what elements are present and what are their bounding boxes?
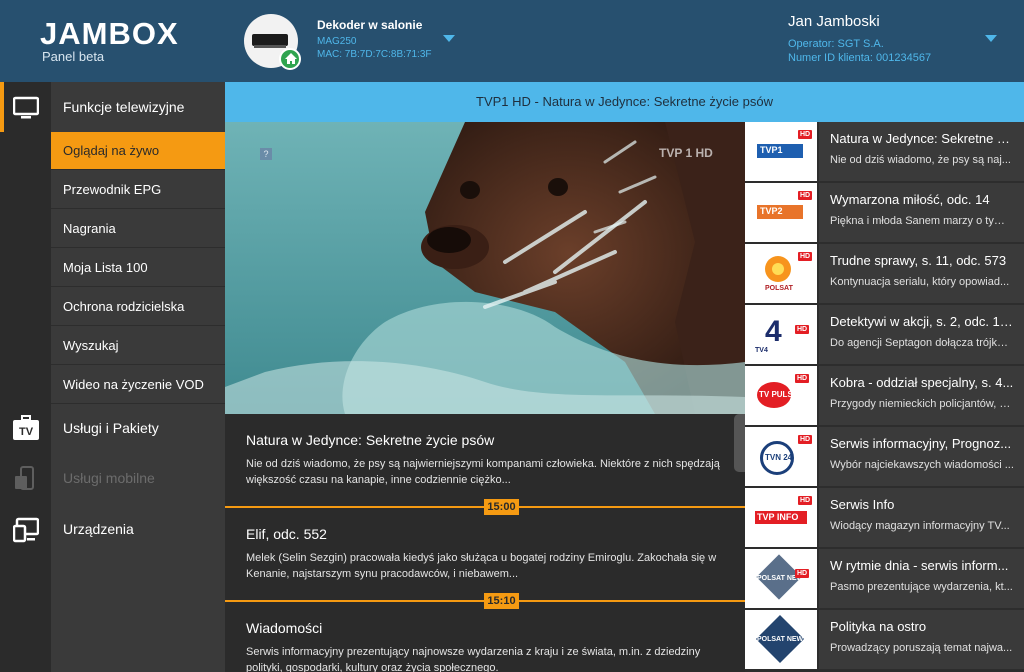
channel-program-desc: Kontynuacja serialu, który opowiad... — [830, 276, 1010, 288]
home-icon — [279, 48, 301, 70]
program-title: Natura w Jedynce: Sekretne życie psów — [246, 432, 495, 448]
sidebar-item-services[interactable]: Usługi i Pakiety — [51, 403, 225, 453]
app-logo: JAMBOX — [40, 16, 179, 51]
app-root: JAMBOX Panel beta Dekoder w salonie MAG2… — [0, 0, 1024, 672]
submenu-item-epg[interactable]: Przewodnik EPG — [51, 171, 225, 209]
channel-logo-tvp1: TVP1 HD — [745, 122, 817, 181]
devices-icon — [12, 517, 40, 543]
program-description: Nie od dziś wiadomo, że psy są najwierni… — [246, 458, 720, 486]
program-list: Natura w Jedynce: Sekretne życie psów Ni… — [225, 414, 745, 672]
channel-program-desc: Wiodący magazyn informacyjny TV... — [830, 520, 1010, 532]
channel-logo-tvpuls: TV PULS HD — [745, 366, 817, 425]
tv-briefcase-icon: TV — [13, 415, 39, 441]
sidebar-item-devices[interactable]: Urządzenia — [51, 504, 225, 554]
channel-logo-polsat: POLSAT HD — [745, 244, 817, 303]
submenu-item-my-list[interactable]: Moja Lista 100 — [51, 249, 225, 287]
program-time-badge: 15:10 — [484, 593, 519, 609]
channel-program-desc: Pasmo prezentujące wydarzenia, kt... — [830, 581, 1013, 593]
user-name[interactable]: Jan Jamboski — [788, 13, 880, 30]
channel-logo-tvn24: TVN 24 HD — [745, 427, 817, 486]
sidebar-icon-rail — [0, 82, 51, 672]
channel-row[interactable]: POLSAT NEWS 2 Polityka na ostro Prowadzą… — [745, 610, 1024, 671]
submenu-item-watch-live[interactable]: Oglądaj na żywo — [51, 132, 225, 170]
submenu-item-search[interactable]: Wyszukaj — [51, 327, 225, 365]
brand-area[interactable]: JAMBOX Panel beta — [0, 0, 225, 82]
sidebar-item-tv-features[interactable]: Funkcje telewizyjne — [51, 82, 225, 132]
program-item[interactable]: Elif, odc. 552 Melek (Selin Sezgin) prac… — [225, 526, 745, 582]
program-description: Serwis informacyjny prezentujący najnows… — [246, 646, 701, 672]
channel-logo-polsat-news-2: POLSAT NEWS 2 — [745, 610, 817, 669]
channel-program-desc: Wybór najciekawszych wiadomości ... — [830, 459, 1014, 471]
active-section-marker — [0, 82, 4, 132]
channel-program-title: W rytmie dnia - serwis inform... — [830, 558, 1009, 573]
user-dropdown-icon[interactable] — [985, 35, 997, 42]
channel-program-title: Kobra - oddział specjalny, s. 4... — [830, 375, 1014, 390]
device-mac: MAC: 7B:7D:7C:8B:71:3F — [317, 49, 432, 60]
user-client-id: Numer ID klienta: 001234567 — [788, 52, 932, 64]
channel-watermark: TVP 1 HD — [659, 146, 713, 160]
channel-program-desc: Piękna i młoda Sanem marzy o tym,... — [830, 215, 1014, 227]
channel-program-title: Serwis Info — [830, 497, 895, 512]
program-title: Wiadomości — [246, 620, 323, 636]
sidebar: Funkcje telewizyjne Oglądaj na żywo Prze… — [0, 82, 225, 672]
submenu-item-recordings[interactable]: Nagrania — [51, 210, 225, 248]
program-item[interactable]: Natura w Jedynce: Sekretne życie psów Ni… — [225, 432, 745, 488]
device-dropdown-icon[interactable] — [443, 35, 455, 42]
program-time-badge: 15:00 — [484, 499, 519, 515]
channel-program-title: Serwis informacyjny, Prognoz... — [830, 436, 1012, 451]
now-playing-title: TVP1 HD - Natura w Jedynce: Sekretne życ… — [225, 82, 1024, 122]
channel-row[interactable]: POLSAT NEWS HD W rytmie dnia - serwis in… — [745, 549, 1024, 610]
channel-row[interactable]: TV PULS HD Kobra - oddział specjalny, s.… — [745, 366, 1024, 427]
video-frame-image — [225, 122, 745, 414]
sidebar-item-mobile[interactable]: Usługi mobilne — [51, 453, 225, 503]
channel-logo-polsat-news: POLSAT NEWS HD — [745, 549, 817, 608]
channel-program-desc: Nie od dziś wiadomo, że psy są naj... — [830, 154, 1011, 166]
device-name[interactable]: Dekoder w salonie — [317, 18, 422, 32]
channel-row[interactable]: TV4 4 HD Detektywi w akcji, s. 2, odc. 1… — [745, 305, 1024, 366]
channel-row[interactable]: TVP2 HD Wymarzona miłość, odc. 14 Piękna… — [745, 183, 1024, 244]
video-help-icon[interactable]: ? — [260, 148, 272, 160]
channel-program-title: Detektywi w akcji, s. 2, odc. 106 — [830, 314, 1014, 329]
channel-program-desc: Prowadzący poruszają temat najwa... — [830, 642, 1013, 654]
channel-list: TVP1 HD Natura w Jedynce: Sekretne ż... … — [745, 122, 1024, 672]
svg-text:TV: TV — [19, 426, 34, 438]
channel-logo-tv4: TV4 4 HD — [745, 305, 817, 364]
tv-monitor-icon — [12, 95, 40, 121]
program-description: Melek (Selin Sezgin) pracowała kiedyś ja… — [246, 552, 717, 580]
submenu-item-vod[interactable]: Wideo na życzenie VOD — [51, 366, 225, 404]
channel-logo-tvp-info: TVP INFO HD — [745, 488, 817, 547]
program-title: Elif, odc. 552 — [246, 526, 327, 542]
channel-program-desc: Przygody niemieckich policjantów, k... — [830, 398, 1014, 410]
mobile-icon — [13, 466, 39, 492]
channel-row[interactable]: TVN 24 HD Serwis informacyjny, Prognoz..… — [745, 427, 1024, 488]
channel-row[interactable]: TVP INFO HD Serwis Info Wiodący magazyn … — [745, 488, 1024, 549]
panel-scroll-handle[interactable] — [734, 414, 745, 472]
channel-program-title: Natura w Jedynce: Sekretne ż... — [830, 131, 1014, 146]
program-item[interactable]: Wiadomości Serwis informacyjny prezentuj… — [225, 620, 745, 672]
channel-logo-tvp2: TVP2 HD — [745, 183, 817, 242]
submenu-item-parental-control[interactable]: Ochrona rodzicielska — [51, 288, 225, 326]
video-player[interactable]: ? TVP 1 HD — [225, 122, 745, 414]
channel-row[interactable]: POLSAT HD Trudne sprawy, s. 11, odc. 573… — [745, 244, 1024, 305]
channel-program-desc: Do agencji Septagon dołącza trójka ... — [830, 337, 1014, 349]
device-model: MAG250 — [317, 36, 357, 47]
top-header: JAMBOX Panel beta Dekoder w salonie MAG2… — [0, 0, 1024, 82]
app-logo-subtitle: Panel beta — [42, 49, 105, 64]
channel-program-title: Polityka na ostro — [830, 619, 927, 634]
channel-program-title: Wymarzona miłość, odc. 14 — [830, 192, 990, 207]
user-operator: Operator: SGT S.A. — [788, 38, 884, 50]
channel-program-title: Trudne sprawy, s. 11, odc. 573 — [830, 253, 1007, 268]
channel-row[interactable]: TVP1 HD Natura w Jedynce: Sekretne ż... … — [745, 122, 1024, 183]
